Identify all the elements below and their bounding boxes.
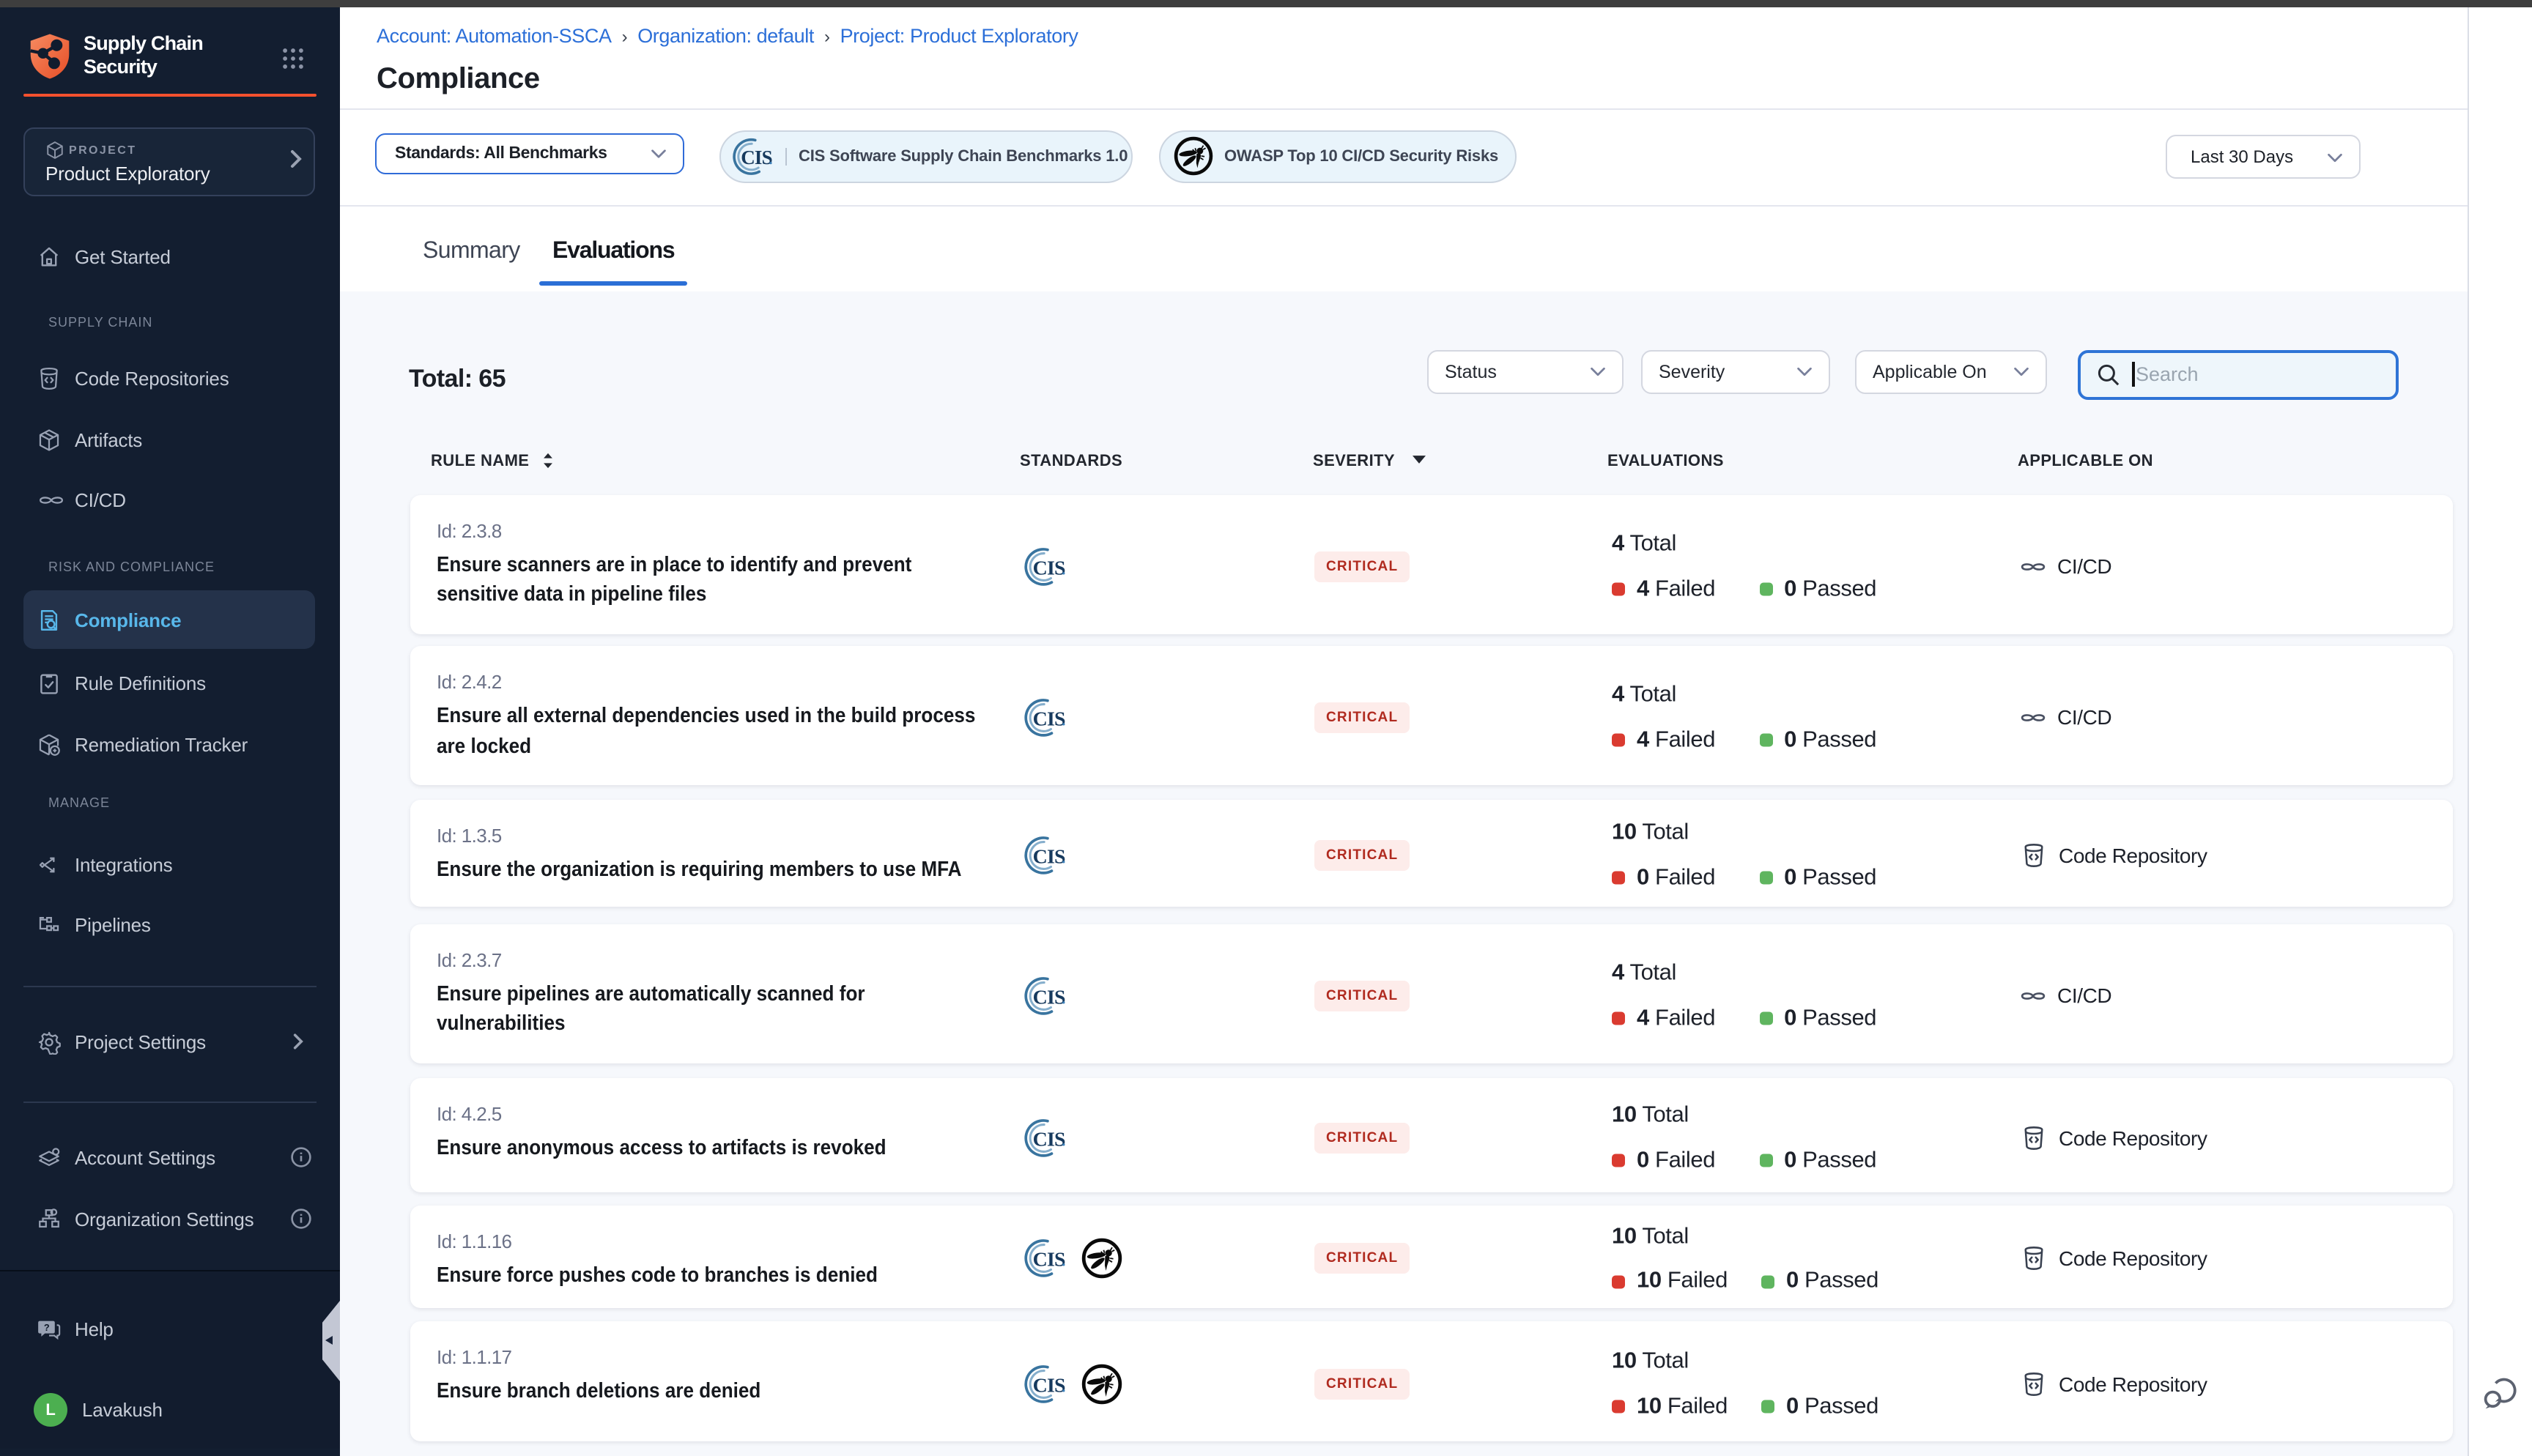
svg-text:?: ? (44, 1322, 50, 1333)
